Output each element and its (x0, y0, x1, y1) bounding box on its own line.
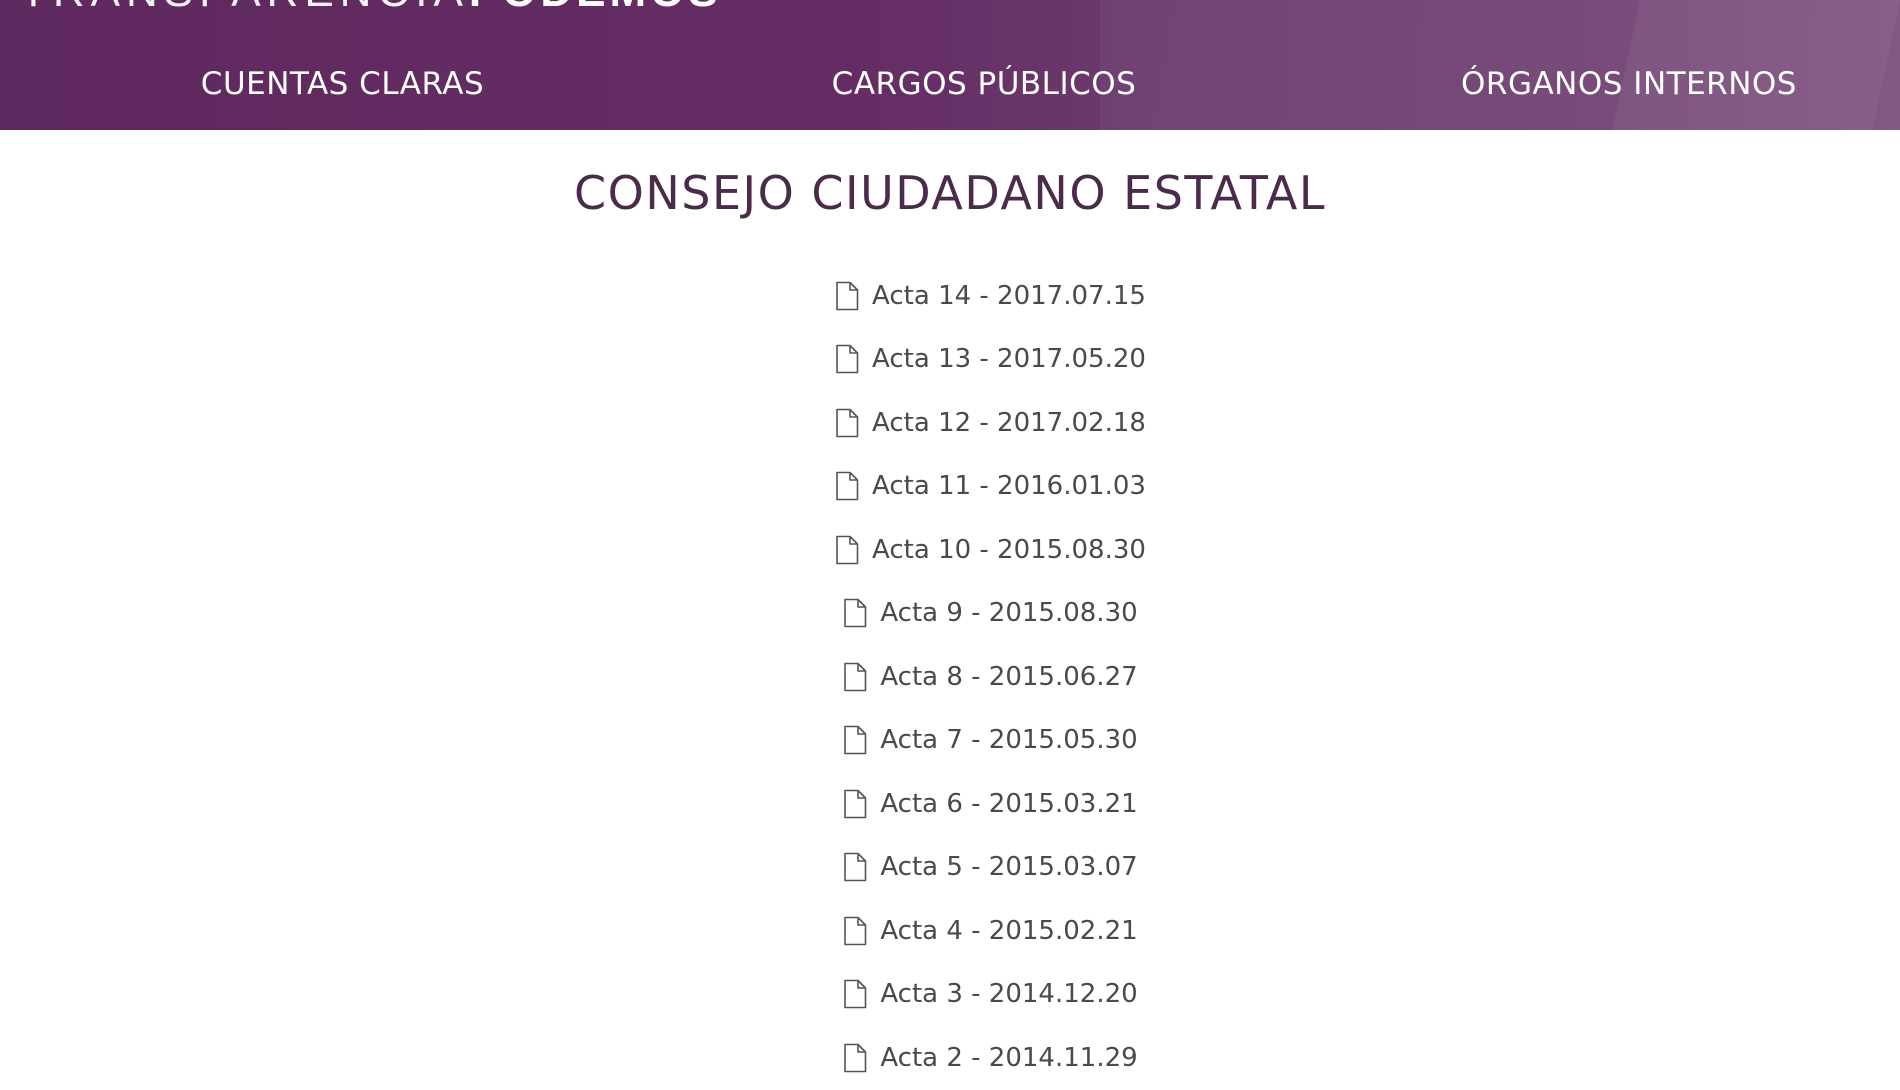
page-title: CONSEJO CIUDADANO ESTATAL (574, 166, 1326, 220)
file-icon (834, 535, 860, 565)
document-label: Acta 5 - 2015.03.07 (880, 852, 1138, 883)
nav-item-cargos-publicos[interactable]: CARGOS PÚBLICOS (822, 62, 1146, 106)
list-item: Acta 13 - 2017.05.20 (0, 328, 1900, 392)
document-label: Acta 13 - 2017.05.20 (872, 344, 1146, 375)
list-item: Acta 2 - 2014.11.29 (0, 1026, 1900, 1090)
main-nav: CUENTAS CLARAS CARGOS PÚBLICOS ÓRGANOS I… (0, 62, 1900, 106)
document-label: Acta 7 - 2015.05.30 (880, 725, 1138, 756)
document-link[interactable]: Acta 11 - 2016.01.03 (834, 471, 1146, 501)
nav-item-cuentas-claras[interactable]: CUENTAS CLARAS (160, 62, 525, 106)
file-icon (842, 725, 868, 755)
document-label: Acta 6 - 2015.03.21 (880, 788, 1138, 819)
document-link[interactable]: Acta 10 - 2015.08.30 (834, 535, 1146, 565)
file-icon (834, 408, 860, 438)
site-header: TRANSPARENCIAPODEMOS CUENTAS CLARAS CARG… (0, 0, 1900, 130)
document-label: Acta 2 - 2014.11.29 (880, 1042, 1138, 1073)
list-item: Acta 7 - 2015.05.30 (0, 709, 1900, 773)
file-icon (842, 1043, 868, 1073)
document-label: Acta 10 - 2015.08.30 (872, 534, 1146, 565)
list-item: Acta 11 - 2016.01.03 (0, 455, 1900, 519)
file-icon (842, 789, 868, 819)
list-item: Acta 12 - 2017.02.18 (0, 391, 1900, 455)
document-link[interactable]: Acta 4 - 2015.02.21 (842, 915, 1138, 946)
document-label: Acta 11 - 2016.01.03 (872, 471, 1146, 502)
document-label: Acta 14 - 2017.07.15 (872, 280, 1146, 311)
list-item: Acta 10 - 2015.08.30 (0, 518, 1900, 582)
file-icon (842, 598, 868, 628)
nav-item-organos-internos[interactable]: ÓRGANOS INTERNOS (1448, 62, 1810, 106)
document-link[interactable]: Acta 2 - 2014.11.29 (842, 1042, 1138, 1073)
document-link[interactable]: Acta 3 - 2014.12.20 (842, 979, 1138, 1010)
logo-text-bold: PODEMOS (469, 0, 722, 16)
document-link[interactable]: Acta 8 - 2015.06.27 (842, 661, 1138, 692)
logo-text-light: TRANSPARENCIA (20, 0, 469, 16)
document-label: Acta 8 - 2015.06.27 (880, 661, 1138, 692)
list-item: Acta 8 - 2015.06.27 (0, 645, 1900, 709)
list-item: Acta 5 - 2015.03.07 (0, 836, 1900, 900)
document-label: Acta 4 - 2015.02.21 (880, 915, 1138, 946)
document-link[interactable]: Acta 6 - 2015.03.21 (842, 788, 1138, 819)
document-link[interactable]: Acta 14 - 2017.07.15 (834, 281, 1146, 311)
list-item: Acta 6 - 2015.03.21 (0, 772, 1900, 836)
document-label: Acta 12 - 2017.02.18 (872, 407, 1146, 438)
list-item: Acta 14 - 2017.07.15 (0, 264, 1900, 328)
list-item: Acta 9 - 2015.08.30 (0, 582, 1900, 646)
file-icon (842, 979, 868, 1009)
file-icon (834, 471, 860, 501)
list-item: Acta 4 - 2015.02.21 (0, 899, 1900, 963)
document-link[interactable]: Acta 7 - 2015.05.30 (842, 725, 1138, 756)
document-label: Acta 9 - 2015.08.30 (880, 598, 1138, 629)
document-list: Acta 14 - 2017.07.15 Acta 13 - 2017.05.2… (0, 264, 1900, 1090)
file-icon (842, 916, 868, 946)
document-link[interactable]: Acta 9 - 2015.08.30 (842, 598, 1138, 629)
file-icon (842, 852, 868, 882)
document-link[interactable]: Acta 13 - 2017.05.20 (834, 344, 1146, 374)
list-item: Acta 3 - 2014.12.20 (0, 963, 1900, 1027)
file-icon (834, 344, 860, 374)
document-label: Acta 3 - 2014.12.20 (880, 979, 1138, 1010)
document-link[interactable]: Acta 5 - 2015.03.07 (842, 852, 1138, 883)
file-icon (842, 662, 868, 692)
document-link[interactable]: Acta 12 - 2017.02.18 (834, 408, 1146, 438)
site-logo[interactable]: TRANSPARENCIAPODEMOS (20, 0, 722, 14)
file-icon (834, 281, 860, 311)
